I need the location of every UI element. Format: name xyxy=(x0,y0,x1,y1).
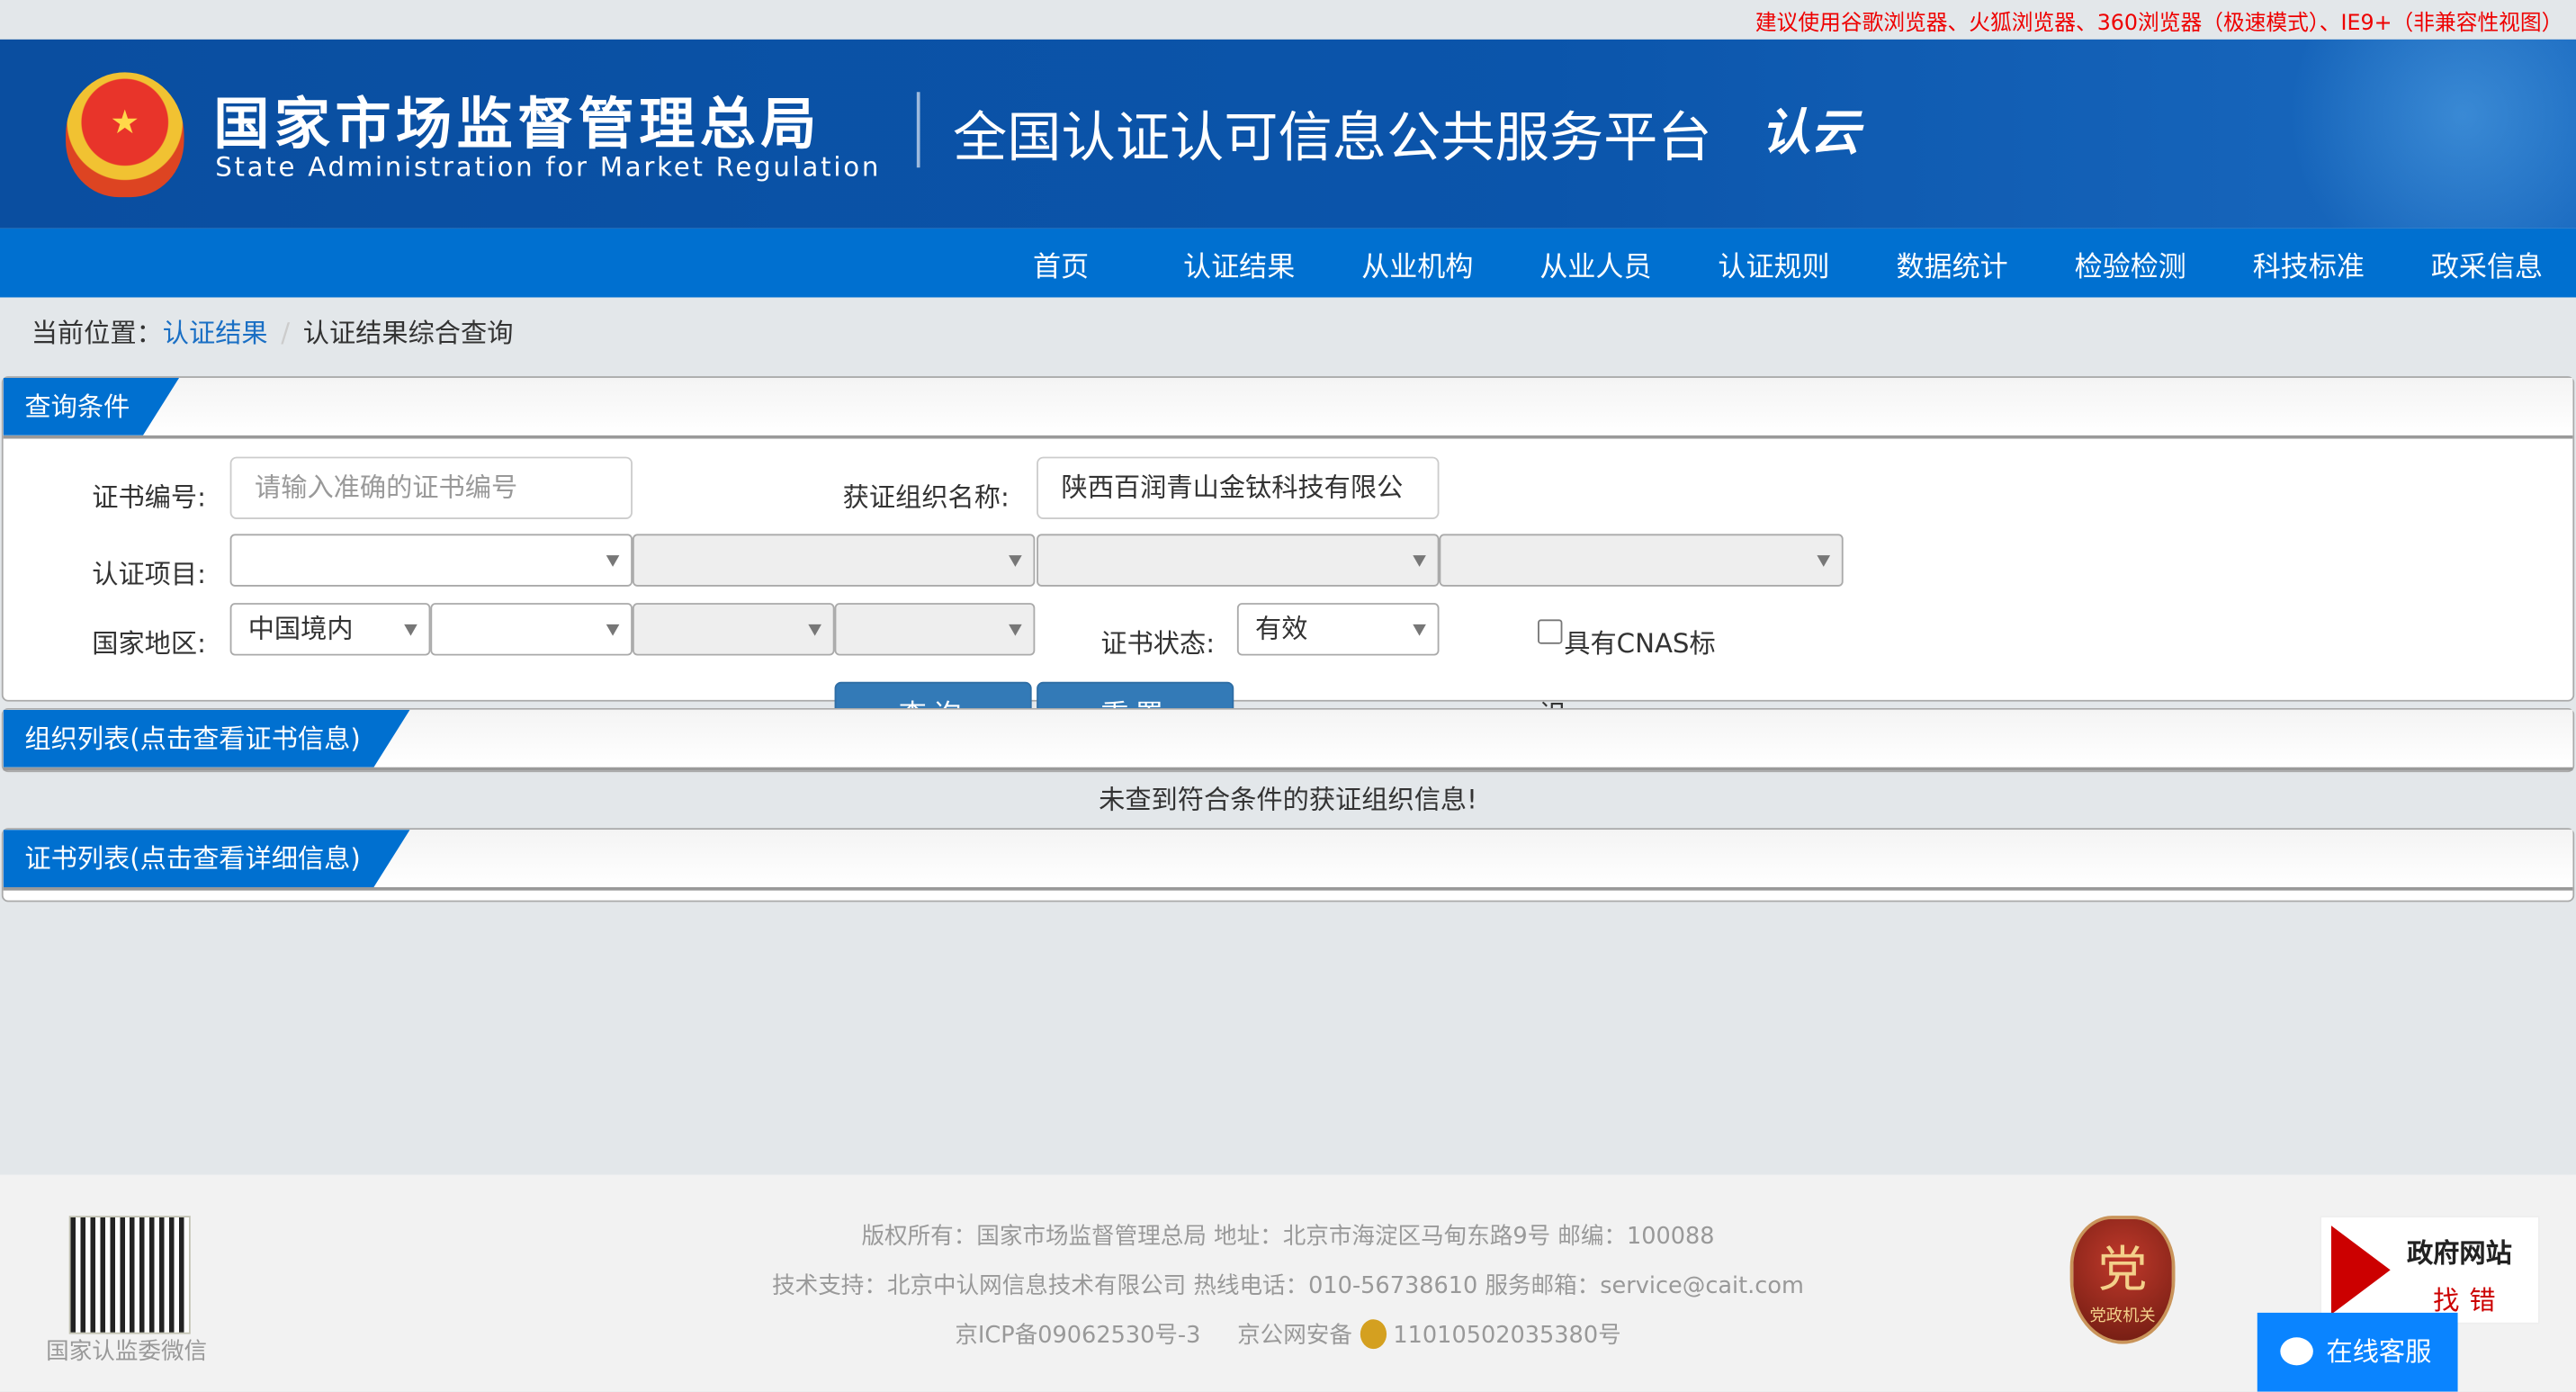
cnas-label: 具有CNAS标 xyxy=(1564,627,1716,660)
org-name-input[interactable]: 陕西百润青山金钛科技有限公 xyxy=(1037,456,1440,519)
nav-procurement[interactable]: 政采信息 xyxy=(2398,242,2576,283)
region-select-3[interactable] xyxy=(632,603,835,656)
cert-list-title: 证书列表(点击查看详细信息) xyxy=(4,830,410,887)
breadcrumb-current: 认证结果综合查询 xyxy=(302,317,514,349)
project-select-2[interactable] xyxy=(632,534,1036,587)
project-select-1[interactable] xyxy=(229,534,633,587)
nav-statistics[interactable]: 数据统计 xyxy=(1863,242,2042,283)
footer: 国家认监委微信 版权所有：国家市场监督管理总局 地址：北京市海淀区马甸东路9号 … xyxy=(0,1174,2576,1392)
chevron-down-icon xyxy=(404,624,417,636)
region-select-4[interactable] xyxy=(834,603,1036,656)
badge-text: 党政机关 xyxy=(2089,1307,2156,1326)
browser-tip: 建议使用谷歌浏览器、火狐浏览器、360浏览器（极速模式）、IE9+（非兼容性视图… xyxy=(1755,11,2563,37)
cnas-checkbox[interactable] xyxy=(1538,619,1563,644)
main-nav: 首页 认证结果 从业机构 从业人员 认证规则 数据统计 检验检测 科技标准 政采… xyxy=(0,228,2576,298)
party-gov-badge-icon[interactable]: 党党政机关 xyxy=(2069,1216,2176,1344)
region-select-2[interactable] xyxy=(430,603,633,656)
status-select[interactable]: 有效 xyxy=(1236,603,1440,656)
chevron-down-icon xyxy=(606,555,620,567)
cert-list-panel: 证书列表(点击查看详细信息) xyxy=(1,828,2575,903)
gov-site-error-report[interactable]: 政府网站 找错 xyxy=(2320,1216,2540,1325)
region-select-1[interactable]: 中国境内 xyxy=(229,603,431,656)
chevron-down-icon xyxy=(606,624,620,636)
project-select-3[interactable] xyxy=(1037,534,1440,587)
org-name-en: State Administration for Market Regulati… xyxy=(215,150,882,183)
online-service-label: 在线客服 xyxy=(2326,1335,2432,1368)
org-list-empty-message: 未查到符合条件的获证组织信息! xyxy=(1099,783,1477,815)
nav-home[interactable]: 首页 xyxy=(972,242,1150,283)
org-name-cn: 国家市场监督管理总局 xyxy=(213,92,821,158)
footer-icp-line: 京ICP备09062530号-3 京公网安备 11010502035380号 xyxy=(0,1317,2576,1351)
gongan-number[interactable]: 11010502035380号 xyxy=(1393,1323,1620,1349)
chevron-down-icon xyxy=(1009,624,1022,636)
chat-icon xyxy=(2280,1337,2313,1366)
network-decoration xyxy=(2198,39,2576,229)
page: 建议使用谷歌浏览器、火狐浏览器、360浏览器（极速模式）、IE9+（非兼容性视图… xyxy=(0,0,2576,1392)
national-emblem-icon: ★ xyxy=(66,72,184,198)
nav-inspection[interactable]: 检验检测 xyxy=(2042,242,2220,283)
breadcrumb-link[interactable]: 认证结果 xyxy=(163,317,268,348)
query-panel-title: 查询条件 xyxy=(4,378,179,436)
status-value: 有效 xyxy=(1254,613,1308,644)
chevron-down-icon xyxy=(1817,555,1831,567)
icp-link[interactable]: 京ICP备09062530号-3 xyxy=(955,1323,1200,1349)
zhaocuo-sub: 找错 xyxy=(2433,1284,2506,1316)
magnifier-icon xyxy=(2330,1226,2391,1315)
org-list-panel: 组织列表(点击查看证书信息) xyxy=(1,707,2575,773)
region-value: 中国境内 xyxy=(247,613,354,644)
chevron-down-icon xyxy=(1413,624,1426,636)
breadcrumb-sep: / xyxy=(281,317,291,349)
header-banner: ★ 国家市场监督管理总局 State Administration for Ma… xyxy=(0,39,2576,229)
org-name-label: 获证组织名称: xyxy=(842,480,1010,513)
org-list-title: 组织列表(点击查看证书信息) xyxy=(4,710,410,768)
police-badge-icon xyxy=(1360,1319,1387,1350)
status-label: 证书状态: xyxy=(1100,627,1216,660)
nav-standards[interactable]: 科技标准 xyxy=(2220,242,2398,283)
zhaocuo-title: 政府网站 xyxy=(2406,1236,2512,1269)
renyun-logo: 认云 xyxy=(1761,104,1860,163)
chevron-down-icon xyxy=(1413,555,1426,567)
region-label: 国家地区: xyxy=(92,627,206,660)
breadcrumb-prefix: 当前位置： xyxy=(31,317,163,349)
cert-no-label: 证书编号: xyxy=(92,480,206,513)
footer-copyright: 版权所有：国家市场监督管理总局 地址：北京市海淀区马甸东路9号 邮编：10008… xyxy=(861,1224,1715,1251)
chevron-down-icon xyxy=(1009,555,1022,567)
nav-cert-rules[interactable]: 认证规则 xyxy=(1684,242,1862,283)
footer-support: 技术支持：北京中认网信息技术有限公司 热线电话：010-56738610 服务邮… xyxy=(772,1273,1804,1300)
top-bar: 建议使用谷歌浏览器、火狐浏览器、360浏览器（极速模式）、IE9+（非兼容性视图… xyxy=(0,0,2576,40)
gongan-label[interactable]: 京公网安备 xyxy=(1237,1323,1352,1349)
cert-no-input[interactable]: 请输入准确的证书编号 xyxy=(229,456,633,519)
nav-cert-results[interactable]: 认证结果 xyxy=(1150,242,1328,283)
nav-personnel[interactable]: 从业人员 xyxy=(1506,242,1684,283)
nav-institutions[interactable]: 从业机构 xyxy=(1328,242,1506,283)
project-label: 认证项目: xyxy=(92,558,206,590)
breadcrumb: 当前位置：认证结果 / 认证结果综合查询 xyxy=(0,297,2576,376)
platform-title: 全国认证认可信息公共服务平台 xyxy=(953,104,1712,170)
divider xyxy=(916,92,920,168)
online-service-button[interactable]: 在线客服 xyxy=(2257,1312,2458,1392)
chevron-down-icon xyxy=(808,624,821,636)
project-select-4[interactable] xyxy=(1439,534,1844,587)
